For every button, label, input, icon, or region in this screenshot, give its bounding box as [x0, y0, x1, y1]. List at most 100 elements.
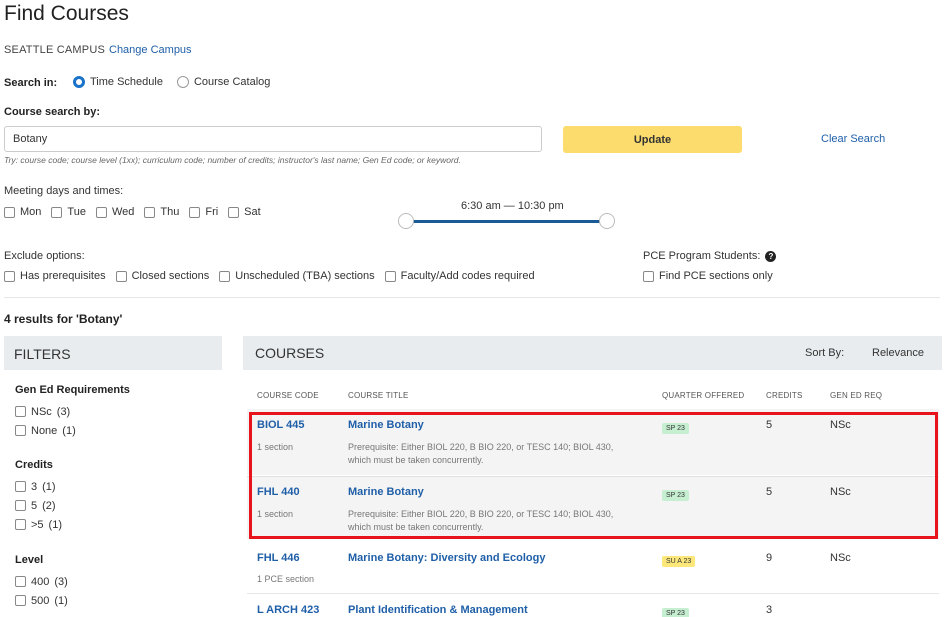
- checkbox-icon[interactable]: [15, 481, 26, 492]
- time-slider-end-handle[interactable]: [599, 213, 615, 229]
- column-header-title: COURSE TITLE: [348, 391, 409, 400]
- course-credits: 9: [766, 552, 773, 564]
- change-campus-link[interactable]: Change Campus: [109, 44, 192, 56]
- day-label: Thu: [160, 206, 180, 218]
- checkbox-icon[interactable]: [115, 270, 127, 282]
- day-checkbox-fri[interactable]: Fri: [189, 206, 218, 218]
- pce-checkbox-group: Find PCE sections only: [643, 270, 783, 282]
- search-hint: Try: course code; course level (1xx); cu…: [4, 155, 461, 165]
- checkbox-icon[interactable]: [4, 206, 15, 218]
- radio-label: Course Catalog: [193, 76, 271, 88]
- column-header-credits: CREDITS: [766, 391, 803, 400]
- filter-label: None: [31, 424, 58, 437]
- column-header-quarter: QUARTER OFFERED: [662, 391, 745, 400]
- checkbox-icon[interactable]: [15, 500, 26, 511]
- course-code-link[interactable]: L ARCH 423: [257, 604, 319, 616]
- course-code-link[interactable]: FHL 446: [257, 552, 300, 564]
- day-label: Mon: [20, 206, 42, 218]
- checkbox-icon[interactable]: [15, 595, 26, 606]
- checkbox-icon[interactable]: [384, 270, 396, 282]
- filter-count: (3): [54, 575, 68, 588]
- quarter-badge-wrap: SU A 23: [662, 554, 696, 567]
- day-label: Tue: [67, 206, 86, 218]
- filters-heading: FILTERS: [4, 336, 222, 370]
- help-icon[interactable]: ?: [765, 250, 777, 262]
- checkbox-icon[interactable]: [144, 206, 156, 218]
- checkbox-icon[interactable]: [219, 270, 231, 282]
- filter-label: >5: [31, 518, 44, 531]
- course-gen-ed: NSc: [830, 552, 851, 564]
- exclude-faculty-codes-checkbox[interactable]: Faculty/Add codes required: [384, 270, 535, 282]
- day-label: Wed: [111, 206, 135, 218]
- time-range-label: 6:30 am — 10:30 pm: [461, 200, 564, 212]
- page-title: Find Courses: [4, 2, 129, 25]
- day-checkbox-tue[interactable]: Tue: [51, 206, 86, 218]
- checkbox-label: Faculty/Add codes required: [400, 270, 535, 282]
- highlight-box: [249, 412, 938, 539]
- checkbox-icon[interactable]: [4, 270, 15, 282]
- day-checkbox-thu[interactable]: Thu: [144, 206, 179, 218]
- filter-option-3[interactable]: 3 (1): [15, 477, 62, 496]
- radio-label: Time Schedule: [90, 76, 163, 88]
- filter-option-5[interactable]: 5 (2): [15, 496, 62, 515]
- update-button[interactable]: Update: [563, 126, 742, 153]
- course-title-link[interactable]: Marine Botany: Diversity and Ecology: [348, 552, 545, 564]
- radio-selected-icon[interactable]: [73, 76, 85, 88]
- checkbox-icon[interactable]: [189, 206, 201, 218]
- checkbox-icon[interactable]: [643, 270, 654, 282]
- day-checkbox-mon[interactable]: Mon: [4, 206, 41, 218]
- filter-option-gt5[interactable]: >5 (1): [15, 515, 62, 534]
- filter-option-400[interactable]: 400 (3): [15, 572, 68, 591]
- column-header-code: COURSE CODE: [257, 391, 319, 400]
- filter-count: (1): [54, 594, 68, 607]
- checkbox-icon[interactable]: [15, 406, 26, 417]
- checkbox-label: Closed sections: [131, 270, 210, 282]
- exclude-unscheduled-checkbox[interactable]: Unscheduled (TBA) sections: [219, 270, 375, 282]
- sort-by-label: Sort By:: [805, 347, 845, 359]
- checkbox-icon[interactable]: [15, 576, 26, 587]
- checkbox-icon[interactable]: [228, 206, 240, 218]
- filter-level: Level 400 (3) 500 (1): [15, 554, 68, 610]
- checkbox-icon[interactable]: [95, 206, 107, 218]
- time-slider-start-handle[interactable]: [398, 213, 414, 229]
- filter-option-nsc[interactable]: NSc (3): [15, 402, 130, 421]
- filter-label: 5: [31, 499, 38, 512]
- radio-time-schedule[interactable]: Time Schedule: [73, 76, 163, 88]
- exclude-closed-checkbox[interactable]: Closed sections: [115, 270, 210, 282]
- filter-title: Gen Ed Requirements: [15, 384, 130, 396]
- row-divider: [247, 593, 939, 594]
- filter-count: (1): [62, 424, 76, 437]
- pce-label: PCE Program Students: ?: [643, 250, 777, 262]
- radio-course-catalog[interactable]: Course Catalog: [176, 76, 271, 88]
- checkbox-icon[interactable]: [51, 206, 63, 218]
- course-title-link[interactable]: Plant Identification & Management: [348, 604, 528, 616]
- search-in-label: Search in:: [4, 77, 58, 89]
- results-count: 4 results for 'Botany': [4, 312, 123, 326]
- filter-count: (1): [42, 480, 56, 493]
- filter-count: (1): [48, 518, 62, 531]
- column-header-gen-ed: GEN ED REQ: [830, 391, 883, 400]
- checkbox-label: Unscheduled (TBA) sections: [235, 270, 375, 282]
- day-checkbox-sat[interactable]: Sat: [228, 206, 261, 218]
- filter-credits: Credits 3 (1) 5 (2) >5 (1): [15, 459, 62, 534]
- checkbox-icon[interactable]: [15, 425, 26, 436]
- search-in-options: Time Schedule Course Catalog: [73, 76, 278, 88]
- checkbox-label: Find PCE sections only: [659, 270, 773, 282]
- pce-only-checkbox[interactable]: Find PCE sections only: [643, 270, 773, 282]
- search-input[interactable]: [4, 126, 542, 152]
- quarter-badge: SU A 23: [662, 556, 696, 567]
- pce-label-text: PCE Program Students:: [643, 250, 761, 262]
- campus-name: SEATTLE CAMPUS: [4, 44, 106, 56]
- exclude-prerequisites-checkbox[interactable]: Has prerequisites: [4, 270, 106, 282]
- radio-unselected-icon[interactable]: [176, 76, 189, 88]
- filter-option-500[interactable]: 500 (1): [15, 591, 68, 610]
- time-slider-track[interactable]: [405, 220, 607, 223]
- filter-label: 500: [31, 594, 50, 607]
- day-checkbox-wed[interactable]: Wed: [95, 206, 135, 218]
- clear-search-link[interactable]: Clear Search: [821, 133, 885, 145]
- sort-select[interactable]: Relevance: [872, 347, 924, 359]
- filter-option-none[interactable]: None (1): [15, 421, 130, 440]
- checkbox-icon[interactable]: [15, 519, 26, 530]
- day-label: Fri: [205, 206, 219, 218]
- course-credits: 3: [766, 604, 773, 616]
